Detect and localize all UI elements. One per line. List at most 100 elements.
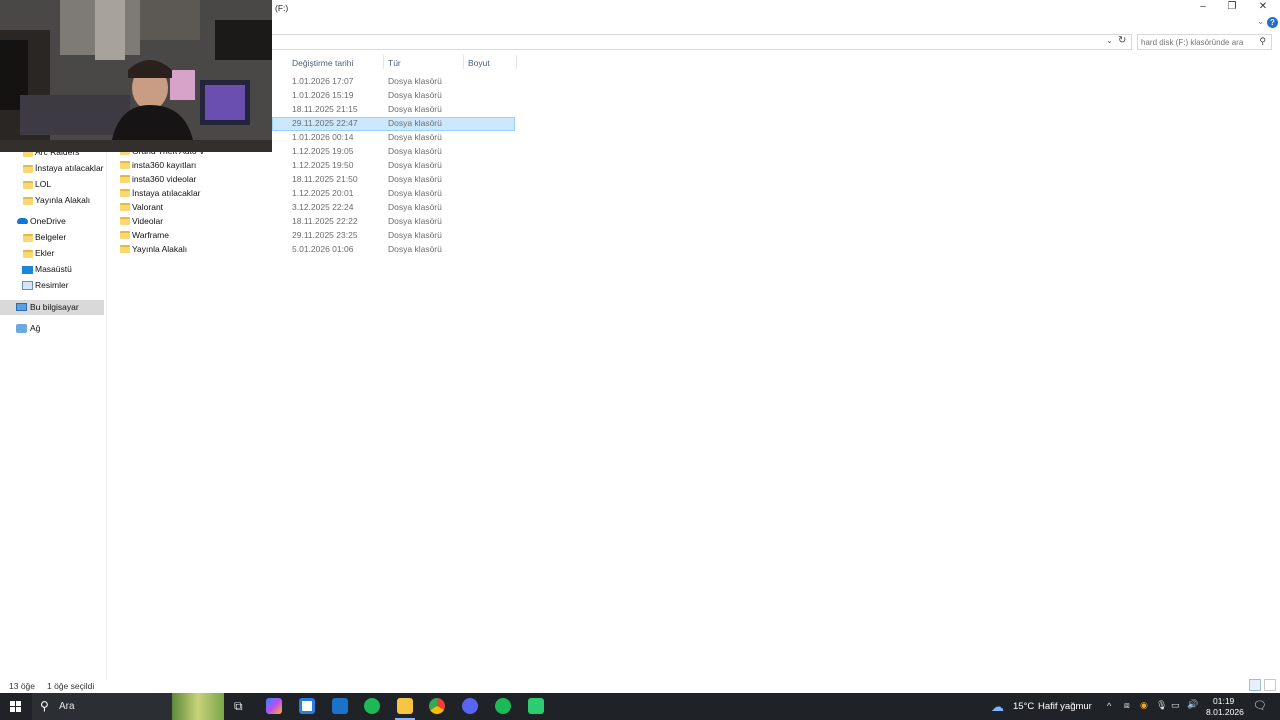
folder-icon: [23, 250, 33, 258]
file-name-item[interactable]: Yayınla Alakalı: [118, 243, 272, 257]
modified-cell: 18.11.2025 21:15: [292, 104, 358, 114]
file-row[interactable]: 18.11.2025 21:50 Dosya klasörü: [272, 173, 515, 187]
start-windows-icon[interactable]: [10, 701, 21, 712]
tray-app-icon[interactable]: ◉: [1140, 700, 1148, 711]
file-explorer-icon[interactable]: [397, 698, 413, 714]
file-name-item[interactable]: Videolar: [118, 215, 272, 229]
nav-item-onedrive-folder[interactable]: Belgeler: [23, 231, 103, 245]
file-name-item[interactable]: insta360 kayıtları: [118, 159, 272, 173]
file-row[interactable]: 1.01.2026 15:19 Dosya klasörü: [272, 89, 515, 103]
file-name-item[interactable]: Warframe: [118, 229, 272, 243]
webcam-overlay: [0, 0, 272, 152]
help-icon[interactable]: ?: [1267, 17, 1278, 28]
nav-item-onedrive-folder[interactable]: Ekler: [23, 247, 103, 261]
type-cell: Dosya klasörü: [388, 188, 442, 198]
type-cell: Dosya klasörü: [388, 244, 442, 254]
tray-device-icon[interactable]: ⧈: [1124, 700, 1130, 711]
column-divider[interactable]: [383, 55, 384, 69]
file-name-item[interactable]: Valorant: [118, 201, 272, 215]
file-name-item[interactable]: İnstaya atılacaklar: [118, 187, 272, 201]
game-launcher-icon[interactable]: [528, 698, 544, 714]
network-status-icon[interactable]: ▭: [1171, 700, 1180, 711]
nav-item-onedrive-folder[interactable]: Masaüstü: [22, 263, 102, 277]
item-count: 13 öğe: [9, 681, 35, 691]
weather-rain-icon[interactable]: ☁: [991, 699, 1004, 715]
mail-app-icon[interactable]: [332, 698, 348, 714]
column-divider[interactable]: [463, 55, 464, 69]
column-header-modified[interactable]: Değiştirme tarihi: [292, 58, 353, 68]
folder-icon: [23, 165, 33, 173]
nav-item-onedrive-folder[interactable]: Resimler: [22, 279, 102, 293]
type-cell: Dosya klasörü: [388, 216, 442, 226]
file-name: İnstaya atılacaklar: [132, 188, 201, 198]
search-box[interactable]: ⚲: [1137, 34, 1272, 50]
type-cell: Dosya klasörü: [388, 132, 442, 142]
file-row[interactable]: 29.11.2025 23:25 Dosya klasörü: [272, 229, 515, 243]
weather-temperature[interactable]: 15°C: [1013, 701, 1034, 712]
details-view-icon[interactable]: [1249, 679, 1261, 691]
column-header-size[interactable]: Boyut: [468, 58, 490, 68]
weather-description[interactable]: Hafif yağmur: [1038, 701, 1092, 712]
address-history-dropdown-icon[interactable]: ⌄: [1106, 36, 1113, 45]
large-icons-view-icon[interactable]: [1264, 679, 1276, 691]
column-divider[interactable]: [516, 55, 517, 69]
file-row[interactable]: 1.01.2026 00:14 Dosya klasörü: [272, 131, 515, 145]
task-view-icon[interactable]: ⧉: [234, 699, 243, 714]
clock-time[interactable]: 01:19: [1213, 696, 1234, 706]
search-input[interactable]: [1141, 35, 1251, 49]
taskbar: ⚲ Ara ⧉ ☁ 15°C Hafif yağmur ^ ⧈ ◉ 🎙 ▭ 🔊 …: [0, 693, 1280, 720]
file-row[interactable]: 18.11.2025 21:15 Dosya klasörü: [272, 103, 515, 117]
nav-item-network[interactable]: Ağ: [16, 322, 102, 336]
file-row-selected[interactable]: 29.11.2025 22:47 Dosya klasörü: [272, 117, 515, 131]
nav-item-label: OneDrive: [30, 216, 66, 226]
clock-date[interactable]: 8.01.2026: [1206, 707, 1244, 717]
file-row[interactable]: 1.12.2025 19:50 Dosya klasörü: [272, 159, 515, 173]
type-cell: Dosya klasörü: [388, 90, 442, 100]
microsoft-store-icon[interactable]: [299, 698, 315, 714]
network-icon: [16, 324, 27, 333]
file-name-item[interactable]: insta360 videolar: [118, 173, 272, 187]
notifications-icon[interactable]: 🗨: [1253, 699, 1267, 712]
close-button[interactable]: ✕: [1248, 0, 1278, 14]
file-row[interactable]: 3.12.2025 22:24 Dosya klasörü: [272, 201, 515, 215]
nav-item-quick[interactable]: Yayınla Alakalı: [23, 194, 103, 208]
file-row[interactable]: 1.01.2026 17:07 Dosya klasörü: [272, 75, 515, 89]
nav-pane-divider[interactable]: [106, 140, 107, 680]
nav-item-label: Bu bilgisayar: [30, 302, 79, 312]
xbox-app-icon[interactable]: [364, 698, 380, 714]
type-cell: Dosya klasörü: [388, 202, 442, 212]
expand-ribbon-chevron-icon[interactable]: ⌄: [1257, 17, 1264, 26]
file-row[interactable]: 1.12.2025 19:05 Dosya klasörü: [272, 145, 515, 159]
chrome-icon[interactable]: [429, 698, 445, 714]
file-name: Yayınla Alakalı: [132, 244, 188, 254]
nav-item-quick[interactable]: İnstaya atılacaklar: [23, 162, 104, 176]
nav-item-quick[interactable]: LOL: [23, 178, 103, 192]
address-bar[interactable]: [272, 34, 1132, 50]
column-header-type[interactable]: Tür: [388, 58, 401, 68]
file-row[interactable]: 18.11.2025 22:22 Dosya klasörü: [272, 215, 515, 229]
file-row[interactable]: 5.01.2026 01:06 Dosya klasörü: [272, 243, 515, 257]
nav-item-onedrive[interactable]: OneDrive: [17, 215, 103, 229]
restore-button[interactable]: ❐: [1217, 0, 1247, 14]
spotify-icon[interactable]: [495, 698, 511, 714]
show-hidden-icons-chevron-icon[interactable]: ^: [1107, 701, 1111, 711]
file-row[interactable]: 1.12.2025 20:01 Dosya klasörü: [272, 187, 515, 201]
microphone-icon[interactable]: 🎙: [1156, 700, 1167, 711]
pictures-icon: [22, 281, 33, 290]
file-name: Warframe: [132, 230, 169, 240]
refresh-icon[interactable]: ↻: [1118, 35, 1126, 46]
folder-icon: [23, 234, 33, 242]
folder-icon: [120, 231, 130, 239]
file-name: Valorant: [132, 202, 164, 212]
copilot-icon[interactable]: [266, 698, 282, 714]
search-icon[interactable]: ⚲: [1259, 36, 1266, 47]
nav-item-this-pc[interactable]: Bu bilgisayar: [16, 301, 102, 315]
nav-item-label: Yayınla Alakalı: [35, 195, 91, 205]
minimize-button[interactable]: –: [1188, 0, 1218, 14]
volume-icon[interactable]: 🔊: [1187, 699, 1198, 710]
taskbar-search-box[interactable]: ⚲ Ara: [32, 693, 224, 720]
discord-icon[interactable]: [462, 698, 478, 714]
modified-cell: 18.11.2025 21:50: [292, 174, 358, 184]
modified-cell: 29.11.2025 23:25: [292, 230, 358, 240]
modified-cell: 1.01.2026 17:07: [292, 76, 354, 86]
